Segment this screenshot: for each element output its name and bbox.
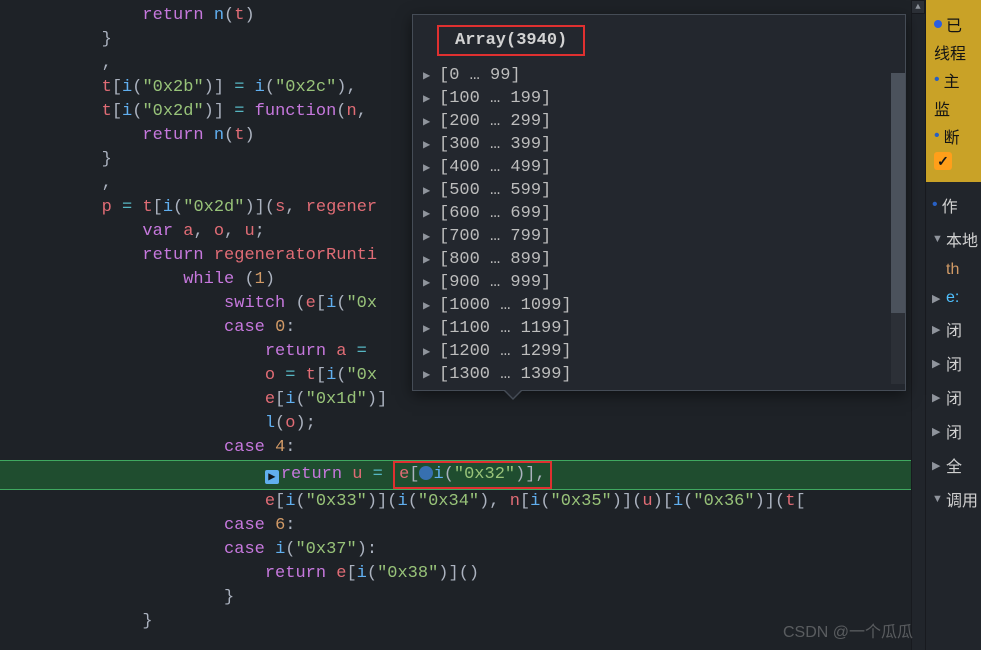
sidebar-closure[interactable]: ▶闭 — [932, 346, 979, 380]
expand-right-icon[interactable]: ▶ — [932, 357, 942, 370]
sidebar-scope-header[interactable]: •作 — [932, 188, 979, 222]
sidebar-closure[interactable]: ▶闭 — [932, 414, 979, 448]
status-dot-icon — [934, 20, 942, 28]
array-range-row[interactable]: ▶[800 … 899] — [413, 248, 905, 271]
value-tooltip-popup[interactable]: Array(3940) ▶[0 … 99] ▶[100 … 199] ▶[200… — [412, 14, 906, 391]
expand-icon[interactable]: ▶ — [423, 68, 433, 83]
expand-icon[interactable]: ▶ — [423, 321, 433, 336]
expand-icon[interactable]: ▶ — [423, 91, 433, 106]
array-range-row[interactable]: ▶[100 … 199] — [413, 87, 905, 110]
tooltip-title-box: Array(3940) — [437, 25, 585, 56]
array-range-row[interactable]: ▶[1100 … 1199] — [413, 317, 905, 340]
expand-down-icon[interactable]: ▼ — [932, 493, 942, 505]
expand-right-icon[interactable]: ▶ — [932, 292, 942, 305]
tooltip-list[interactable]: ▶[0 … 99] ▶[100 … 199] ▶[200 … 299] ▶[30… — [413, 64, 905, 390]
expand-icon[interactable]: ▶ — [423, 114, 433, 129]
array-range-row[interactable]: ▶[1300 … 1399] — [413, 363, 905, 386]
array-range-row[interactable]: ▶[300 … 399] — [413, 133, 905, 156]
expand-right-icon[interactable]: ▶ — [932, 459, 942, 472]
expand-icon[interactable]: ▶ — [423, 367, 433, 382]
expand-right-icon[interactable]: ▶ — [932, 391, 942, 404]
inline-eval-icon — [419, 466, 433, 480]
tooltip-pointer-icon — [503, 390, 523, 400]
sidebar-gold-section: 已 线程 •主 监 •断 ✓ — [926, 0, 981, 182]
sidebar-watch[interactable]: 监 — [934, 94, 975, 122]
array-range-row[interactable]: ▶[1000 … 1099] — [413, 294, 905, 317]
sidebar-breakpoints[interactable]: •断 — [934, 122, 975, 150]
tooltip-title: Array(3940) — [455, 31, 567, 50]
highlighted-expression[interactable]: e[i("0x32")], — [393, 461, 552, 489]
expand-right-icon[interactable]: ▶ — [932, 425, 942, 438]
sidebar-local-scope[interactable]: ▼本地 — [932, 222, 979, 256]
sidebar-scope-list: •作 ▼本地 th ▶e: ▶闭 ▶闭 ▶闭 ▶闭 ▶全 ▼调用 — [926, 182, 981, 516]
expand-icon[interactable]: ▶ — [423, 298, 433, 313]
expand-icon[interactable]: ▶ — [423, 229, 433, 244]
array-range-row[interactable]: ▶[400 … 499] — [413, 156, 905, 179]
expand-right-icon[interactable]: ▶ — [932, 323, 942, 336]
tooltip-scrollbar[interactable] — [891, 73, 905, 384]
sidebar-global-scope[interactable]: ▶全 — [932, 448, 979, 482]
debugger-sidebar[interactable]: 已 线程 •主 监 •断 ✓ •作 ▼本地 th ▶e: ▶闭 ▶闭 ▶闭 ▶闭… — [925, 0, 981, 650]
tooltip-scroll-thumb[interactable] — [891, 73, 905, 313]
sidebar-closure[interactable]: ▶闭 — [932, 380, 979, 414]
array-range-row[interactable]: ▶[600 … 699] — [413, 202, 905, 225]
sidebar-callstack[interactable]: ▼调用 — [932, 482, 979, 516]
expand-icon[interactable]: ▶ — [423, 275, 433, 290]
expand-icon[interactable]: ▶ — [423, 206, 433, 221]
expand-icon[interactable]: ▶ — [423, 183, 433, 198]
checkbox-checked-icon[interactable]: ✓ — [934, 152, 952, 170]
expand-icon[interactable]: ▶ — [423, 160, 433, 175]
expand-icon[interactable]: ▶ — [423, 344, 433, 359]
sidebar-threads[interactable]: 线程 — [934, 38, 975, 66]
watermark-text: CSDN @一个瓜瓜 — [783, 618, 913, 642]
paused-line[interactable]: ▶return u = e[i("0x32")], — [0, 460, 920, 490]
sidebar-closure[interactable]: ▶闭 — [932, 312, 979, 346]
sidebar-status-row: 已 — [934, 10, 975, 38]
array-range-row[interactable]: ▶[500 … 599] — [413, 179, 905, 202]
array-range-row[interactable]: ▶[900 … 999] — [413, 271, 905, 294]
sidebar-breakpoint-check[interactable]: ✓ — [934, 150, 975, 172]
sidebar-main-thread[interactable]: •主 — [934, 66, 975, 94]
expand-down-icon[interactable]: ▼ — [932, 233, 942, 245]
array-range-row[interactable]: ▶[0 … 99] — [413, 64, 905, 87]
editor-scroll-up[interactable]: ▲ — [911, 0, 925, 14]
array-range-row[interactable]: ▶[200 … 299] — [413, 110, 905, 133]
expand-icon[interactable]: ▶ — [423, 252, 433, 267]
editor-scrollbar[interactable] — [911, 14, 925, 650]
sidebar-var-this[interactable]: th — [932, 256, 979, 284]
array-range-row[interactable]: ▶[1200 … 1299] — [413, 340, 905, 363]
array-range-row[interactable]: ▶[700 … 799] — [413, 225, 905, 248]
expand-icon[interactable]: ▶ — [423, 137, 433, 152]
breakpoint-marker[interactable]: ▶ — [265, 470, 279, 484]
sidebar-var-e[interactable]: ▶e: — [932, 284, 979, 312]
tooltip-header: Array(3940) — [413, 15, 905, 64]
